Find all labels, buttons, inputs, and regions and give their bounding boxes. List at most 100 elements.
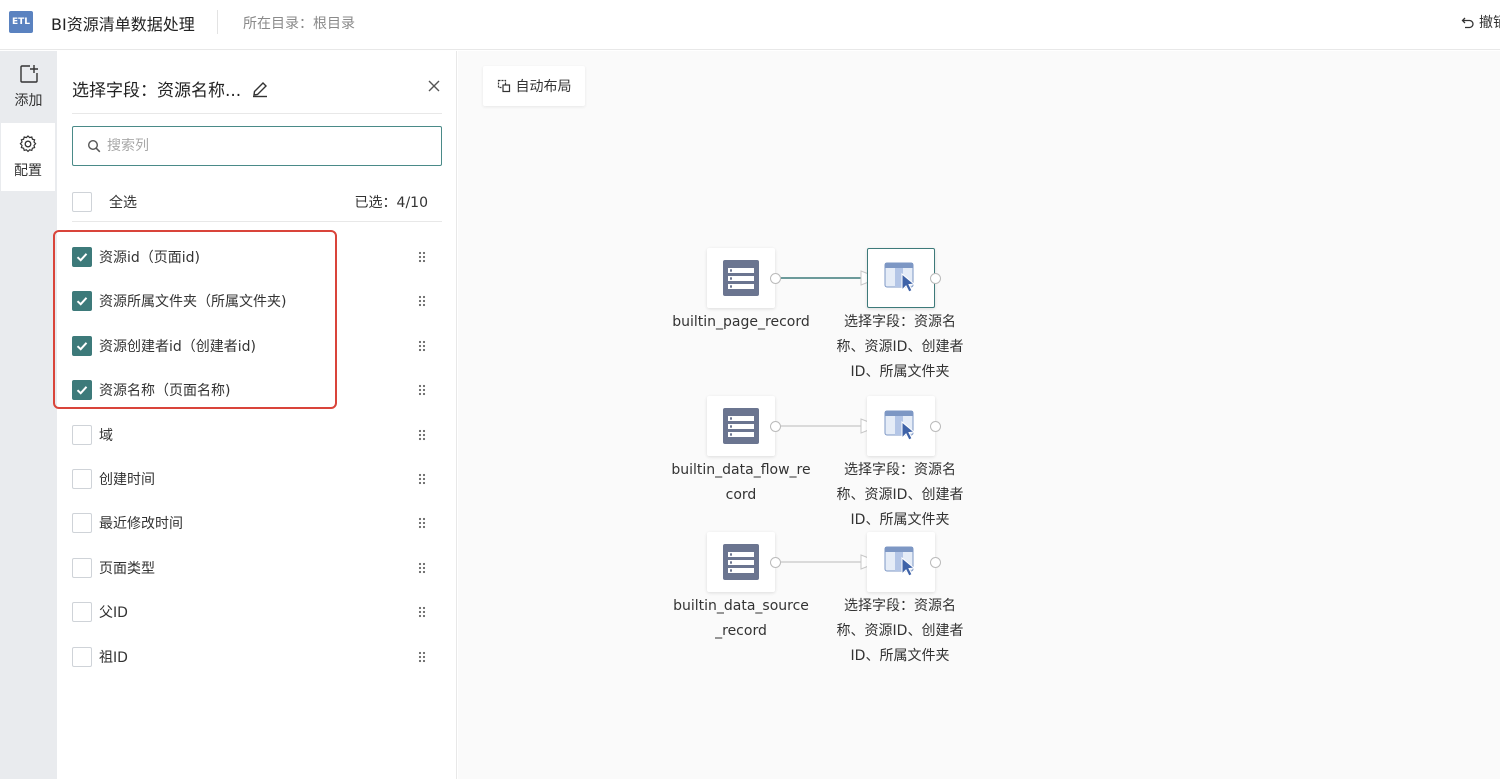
table-icon [723,260,759,296]
target-node-label: ID、所属文件夹 [850,648,950,664]
field-label: 页面类型 [99,561,155,577]
search-field[interactable] [72,126,442,166]
select-field-icon [884,546,916,577]
source-node-label: builtin_data_source [673,598,809,614]
check-icon [76,342,88,351]
source-table-node[interactable] [707,532,775,592]
target-node-label: ID、所属文件夹 [850,364,950,380]
drag-handle-icon[interactable] [414,249,430,265]
field-checkbox[interactable] [72,558,92,578]
select-field-node[interactable] [867,248,935,308]
source-table-node[interactable] [707,248,775,308]
table-icon [723,544,759,580]
field-checkbox[interactable] [72,336,92,356]
drag-handle-icon[interactable] [414,427,430,443]
close-icon[interactable] [427,79,441,93]
undo-button[interactable]: 撤销 [1461,12,1500,32]
top-bar: ETL BI资源清单数据处理 所在目录：根目录 撤销 [0,0,1500,50]
drag-handle-icon[interactable] [414,649,430,665]
undo-label: 撤销 [1479,15,1500,31]
field-label: 最近修改时间 [99,516,183,532]
target-node-label: 选择字段：资源名 [844,462,956,478]
output-port[interactable] [930,273,941,284]
select-all-divider [72,221,442,222]
search-input[interactable] [107,138,407,154]
output-port[interactable] [930,557,941,568]
field-row[interactable]: 资源名称（页面名称) [72,378,442,402]
edit-icon[interactable] [251,80,269,98]
field-row[interactable]: 父ID [72,600,442,624]
field-checkbox[interactable] [72,602,92,622]
select-all-row: 全选 已选：4/10 [72,190,442,214]
output-port[interactable] [770,273,781,284]
select-field-icon [884,262,916,293]
check-icon [76,297,88,306]
breadcrumb: 所在目录：根目录 [243,16,355,32]
target-node-label: 称、资源ID、创建者 [836,623,964,639]
field-label: 资源id（页面id) [99,250,201,266]
output-port[interactable] [930,421,941,432]
field-label: 创建时间 [99,472,155,488]
drag-handle-icon[interactable] [414,382,430,398]
select-all-checkbox[interactable] [72,192,92,212]
target-node-label: ID、所属文件夹 [850,512,950,528]
output-port[interactable] [770,421,781,432]
field-label: 域 [99,428,113,444]
field-checkbox[interactable] [72,291,92,311]
flow-canvas[interactable]: 自动布局 builtin_page_record 选择字段：资源名 称、资源ID、创… [458,51,1500,779]
select-field-node[interactable] [867,532,935,592]
panel-title-text: 选择字段：资源名称... [72,81,242,101]
field-checkbox[interactable] [72,247,92,267]
check-icon [76,386,88,395]
drag-handle-icon[interactable] [414,293,430,309]
field-row[interactable]: 资源所属文件夹（所属文件夹) [72,289,442,313]
field-label: 父ID [99,605,128,621]
search-icon [87,139,101,153]
field-row[interactable]: 资源创建者id（创建者id) [72,334,442,358]
field-checkbox[interactable] [72,469,92,489]
select-all-label: 全选 [109,195,137,211]
field-row[interactable]: 祖ID [72,645,442,669]
left-rail: 添加 配置 [0,51,57,779]
source-node-label: _record [715,623,767,639]
source-table-node[interactable] [707,396,775,456]
rail-item-add[interactable]: 添加 [0,53,57,121]
rail-item-add-label: 添加 [14,93,43,109]
target-node-label: 选择字段：资源名 [844,314,956,330]
field-row[interactable]: 页面类型 [72,556,442,580]
field-label: 资源创建者id（创建者id) [99,339,257,355]
drag-handle-icon[interactable] [414,471,430,487]
field-row[interactable]: 创建时间 [72,467,442,491]
drag-handle-icon[interactable] [414,604,430,620]
rail-item-config[interactable]: 配置 [1,123,55,191]
select-field-icon [884,410,916,441]
target-node-label: 选择字段：资源名 [844,598,956,614]
field-checkbox[interactable] [72,425,92,445]
title-divider [217,10,218,34]
source-node-label: builtin_data_flow_re [671,462,811,478]
drag-handle-icon[interactable] [414,515,430,531]
target-node-label: 称、资源ID、创建者 [836,339,964,355]
source-node-label: builtin_page_record [672,314,810,330]
field-checkbox[interactable] [72,513,92,533]
table-icon [723,408,759,444]
check-icon [76,253,88,262]
source-node-label: cord [725,487,757,503]
field-row[interactable]: 域 [72,423,442,447]
flow-edges [781,270,881,570]
field-row[interactable]: 资源id（页面id) [72,245,442,269]
field-row[interactable]: 最近修改时间 [72,511,442,535]
rail-item-config-label: 配置 [14,163,42,179]
etl-logo: ETL [9,11,33,33]
drag-handle-icon[interactable] [414,560,430,576]
field-label: 祖ID [99,650,128,666]
field-checkbox[interactable] [72,647,92,667]
undo-icon [1461,17,1474,29]
field-checkbox[interactable] [72,380,92,400]
gear-icon [19,135,37,153]
add-node-icon [19,65,38,83]
output-port[interactable] [770,557,781,568]
drag-handle-icon[interactable] [414,338,430,354]
panel-title: 选择字段：资源名称... [72,76,269,101]
select-field-node[interactable] [867,396,935,456]
